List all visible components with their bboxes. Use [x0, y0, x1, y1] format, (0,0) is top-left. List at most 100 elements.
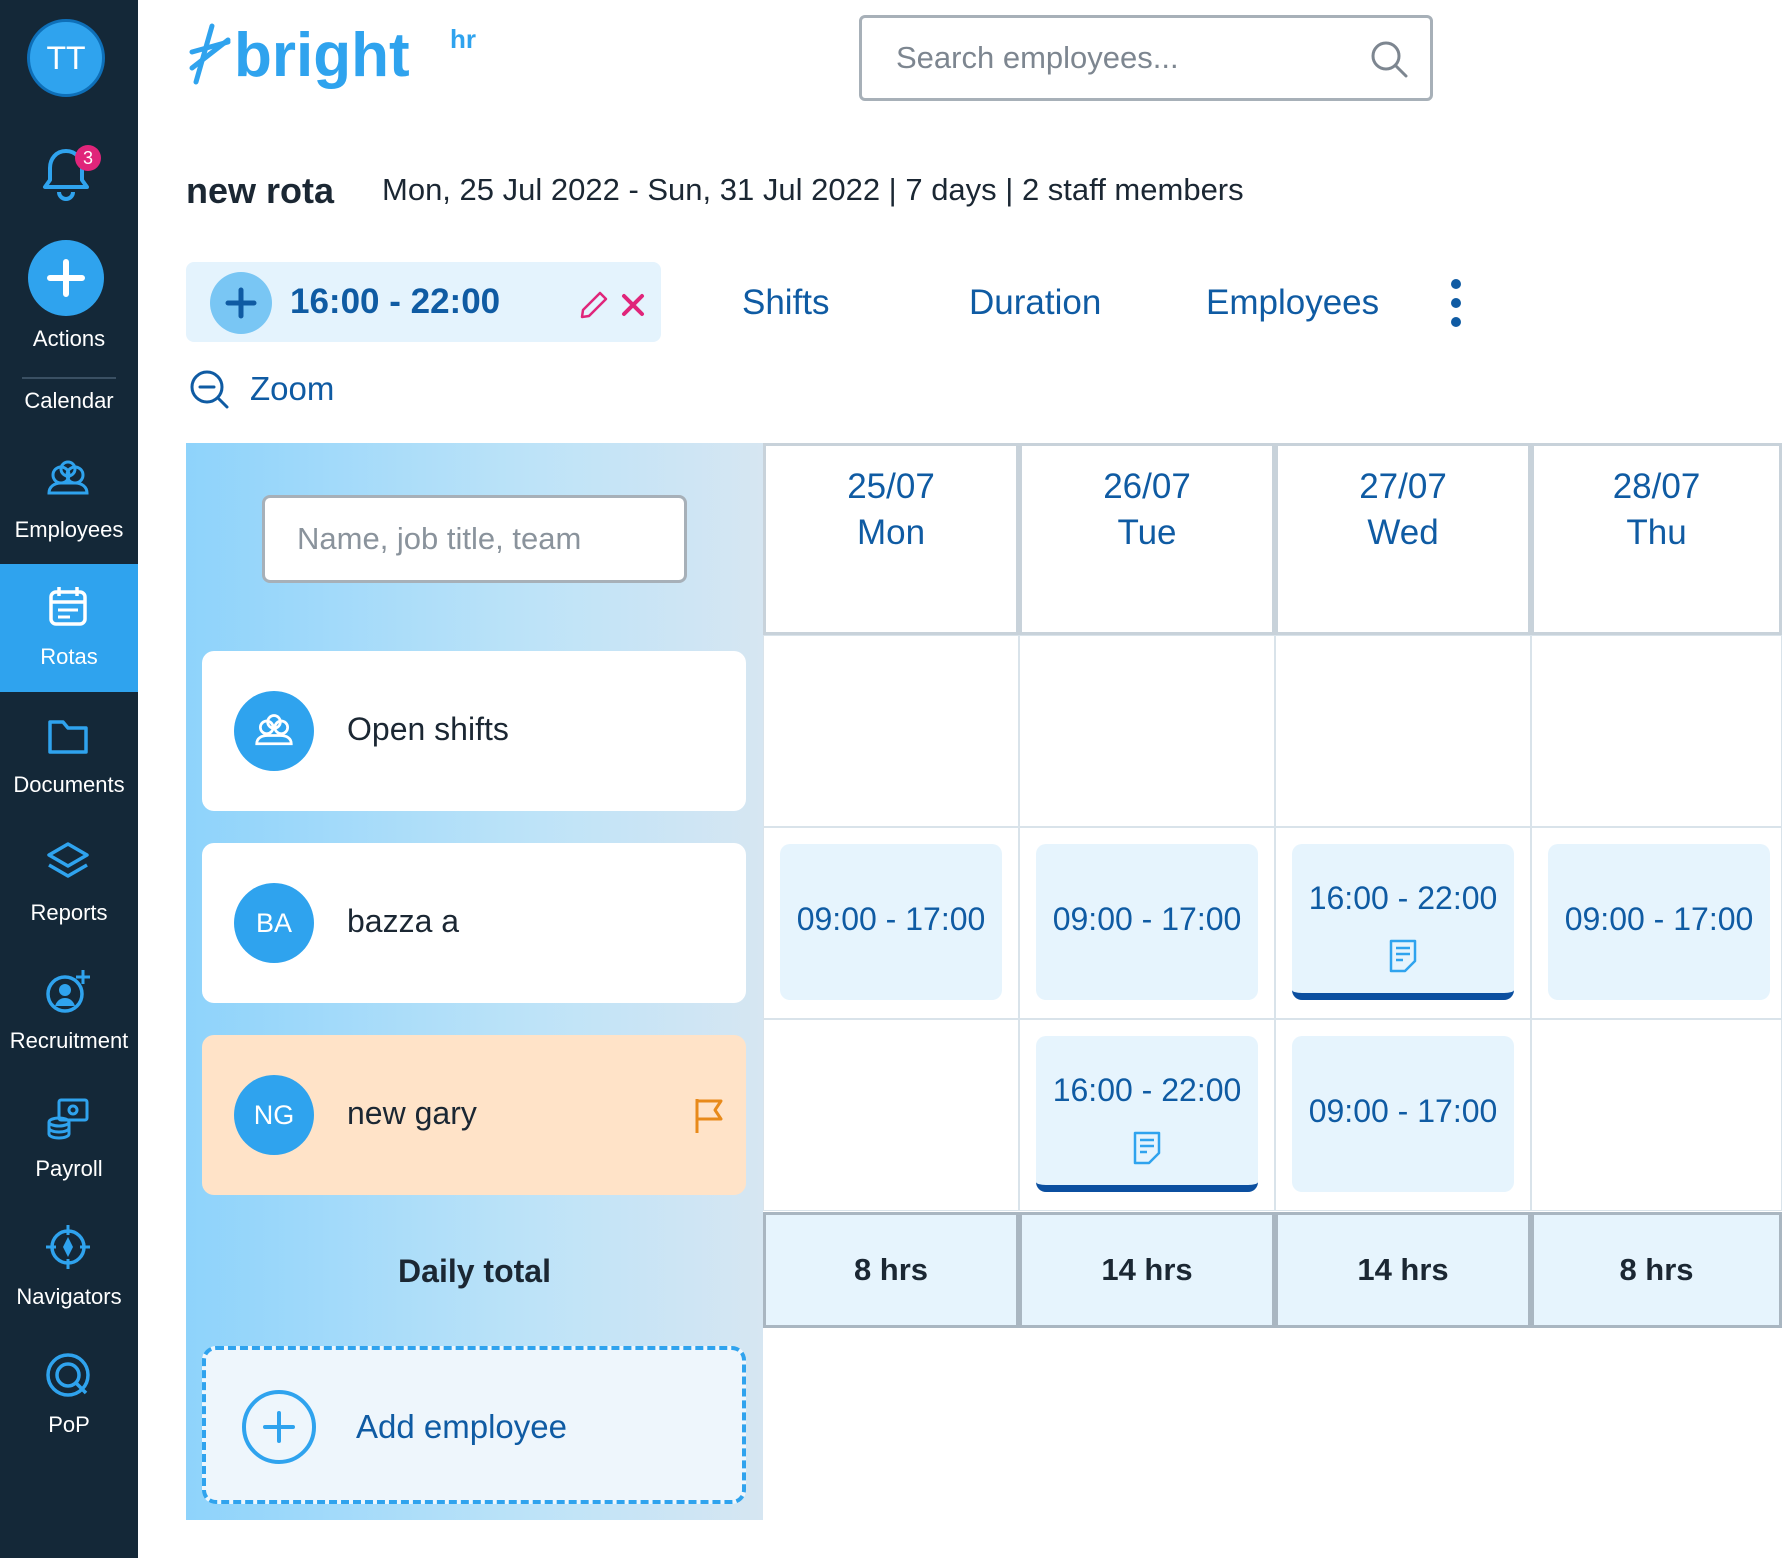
- shift-block[interactable]: 16:00 - 22:00: [1036, 1036, 1258, 1192]
- notification-badge: 3: [75, 145, 101, 171]
- day-header: 28/07 Thu: [1531, 443, 1782, 635]
- grid-cell[interactable]: [1019, 635, 1275, 827]
- team-icon: [255, 714, 293, 746]
- open-shifts-avatar: [234, 691, 314, 771]
- svg-text:hr: hr: [450, 24, 476, 54]
- note-icon[interactable]: [1388, 938, 1418, 974]
- row-label: Open shifts: [347, 711, 509, 747]
- sidebar-item-navigators[interactable]: Navigators: [0, 1204, 138, 1332]
- grid-cell[interactable]: 09:00 - 17:00: [1019, 827, 1275, 1019]
- shift-template-chip[interactable]: 16:00 - 22:00: [186, 262, 661, 342]
- payroll-icon: [47, 1098, 89, 1140]
- calendar-icon: [49, 587, 87, 626]
- shift-block[interactable]: 09:00 - 17:00: [1036, 844, 1258, 1000]
- add-user-icon: [46, 970, 90, 1013]
- sidebar-item-employees[interactable]: Employees: [0, 437, 138, 565]
- tab-duration[interactable]: Duration: [969, 283, 1101, 323]
- day-date: 25/07: [847, 467, 935, 506]
- flag-icon[interactable]: [692, 1095, 726, 1135]
- svg-text:bright: bright: [234, 21, 410, 90]
- shift-time: 09:00 - 17:00: [1564, 901, 1754, 937]
- grid-cell[interactable]: [763, 635, 1019, 827]
- sidebar-item-recruitment[interactable]: Recruitment: [0, 948, 138, 1076]
- day-date: 28/07: [1612, 467, 1701, 506]
- day-name: Tue: [1117, 513, 1177, 552]
- day-date: 27/07: [1359, 467, 1447, 506]
- sidebar-item-label: Documents: [13, 772, 125, 797]
- shift-template-time: 16:00 - 22:00: [290, 282, 501, 321]
- rota-summary: Mon, 25 Jul 2022 - Sun, 31 Jul 2022 | 7 …: [382, 172, 1244, 207]
- row-employee-bazza[interactable]: BA bazza a: [202, 843, 746, 1003]
- daily-total-value: 14 hrs: [1275, 1212, 1531, 1328]
- tab-employees[interactable]: Employees: [1206, 283, 1379, 323]
- sidebar-item-label: Payroll: [35, 1156, 103, 1181]
- grid-cell[interactable]: 09:00 - 17:00: [1531, 827, 1782, 1019]
- grid-cell[interactable]: 16:00 - 22:00: [1019, 1019, 1275, 1211]
- sidebar: TT 3 Actions Calendar Employees Rotas Do…: [0, 0, 138, 1558]
- shift-time: 16:00 - 22:00: [1052, 1072, 1242, 1108]
- grid-cell[interactable]: [1531, 635, 1782, 827]
- employee-name: new gary: [347, 1095, 477, 1131]
- plus-icon: [263, 1411, 295, 1443]
- sidebar-item-label: Navigators: [16, 1284, 122, 1309]
- sidebar-item-reports[interactable]: Reports: [0, 820, 138, 948]
- day-name: Wed: [1367, 513, 1439, 552]
- add-shift-button[interactable]: [210, 272, 272, 334]
- shift-block[interactable]: 09:00 - 17:00: [1292, 1036, 1514, 1192]
- row-employee-gary[interactable]: NG new gary: [202, 1035, 746, 1195]
- add-icon: [242, 1390, 316, 1464]
- sidebar-item-label: Rotas: [40, 644, 98, 669]
- more-options-icon[interactable]: [1444, 278, 1468, 328]
- compass-icon: [46, 1225, 90, 1269]
- daily-total-label: Daily total: [398, 1253, 551, 1289]
- row-open-shifts[interactable]: Open shifts: [202, 651, 746, 811]
- actions-label: Actions: [32, 326, 106, 351]
- actions-button[interactable]: [28, 240, 104, 316]
- sidebar-item-documents[interactable]: Documents: [0, 692, 138, 820]
- grid-cell[interactable]: 09:00 - 17:00: [763, 827, 1019, 1019]
- employee-name: bazza a: [347, 903, 460, 939]
- plus-icon: [225, 287, 257, 319]
- search-input[interactable]: [896, 40, 1336, 76]
- sidebar-item-label: Reports: [30, 900, 108, 925]
- brighthr-logo[interactable]: bright hr: [188, 18, 488, 98]
- day-name: Mon: [856, 513, 926, 552]
- note-icon[interactable]: [1132, 1130, 1162, 1166]
- tab-shifts[interactable]: Shifts: [742, 283, 830, 323]
- grid-cell[interactable]: [1531, 1019, 1782, 1211]
- day-name: Thu: [1626, 513, 1687, 552]
- zoom-out-icon[interactable]: [188, 368, 230, 410]
- sidebar-divider: [22, 377, 116, 379]
- zoom-button[interactable]: Zoom: [250, 370, 334, 408]
- employee-filter[interactable]: [262, 495, 687, 583]
- sidebar-item-rotas[interactable]: Rotas: [0, 564, 138, 692]
- add-employee-label: Add employee: [356, 1408, 567, 1445]
- grid-cell[interactable]: [763, 1019, 1019, 1211]
- search-box[interactable]: [859, 15, 1433, 101]
- grid-cell[interactable]: [1275, 635, 1531, 827]
- team-icon: [47, 460, 89, 495]
- shift-block[interactable]: 09:00 - 17:00: [1548, 844, 1770, 1000]
- employee-filter-input[interactable]: [297, 521, 657, 557]
- shift-block[interactable]: 16:00 - 22:00: [1292, 844, 1514, 1000]
- daily-total-value: 8 hrs: [1531, 1212, 1782, 1328]
- user-avatar[interactable]: TT: [27, 19, 105, 97]
- shift-block[interactable]: 09:00 - 17:00: [780, 844, 1002, 1000]
- layers-icon: [47, 842, 89, 878]
- grid-cell[interactable]: 16:00 - 22:00: [1275, 827, 1531, 1019]
- sidebar-item-payroll[interactable]: Payroll: [0, 1076, 138, 1204]
- avatar: BA: [234, 883, 314, 963]
- shift-time: 09:00 - 17:00: [1308, 1093, 1498, 1129]
- add-employee-button[interactable]: Add employee: [202, 1346, 746, 1504]
- pencil-icon[interactable]: [578, 289, 610, 321]
- search-icon[interactable]: [1368, 38, 1410, 80]
- plus-icon: [47, 259, 85, 297]
- sidebar-item-label: PoP: [48, 1412, 90, 1437]
- sidebar-item-pop[interactable]: PoP: [0, 1332, 138, 1460]
- day-header: 27/07 Wed: [1275, 443, 1531, 635]
- shift-time: 09:00 - 17:00: [1052, 901, 1242, 937]
- sidebar-item-calendar[interactable]: Calendar: [0, 388, 138, 414]
- close-icon[interactable]: [620, 292, 646, 318]
- shift-time: 09:00 - 17:00: [796, 901, 986, 937]
- grid-cell[interactable]: 09:00 - 17:00: [1275, 1019, 1531, 1211]
